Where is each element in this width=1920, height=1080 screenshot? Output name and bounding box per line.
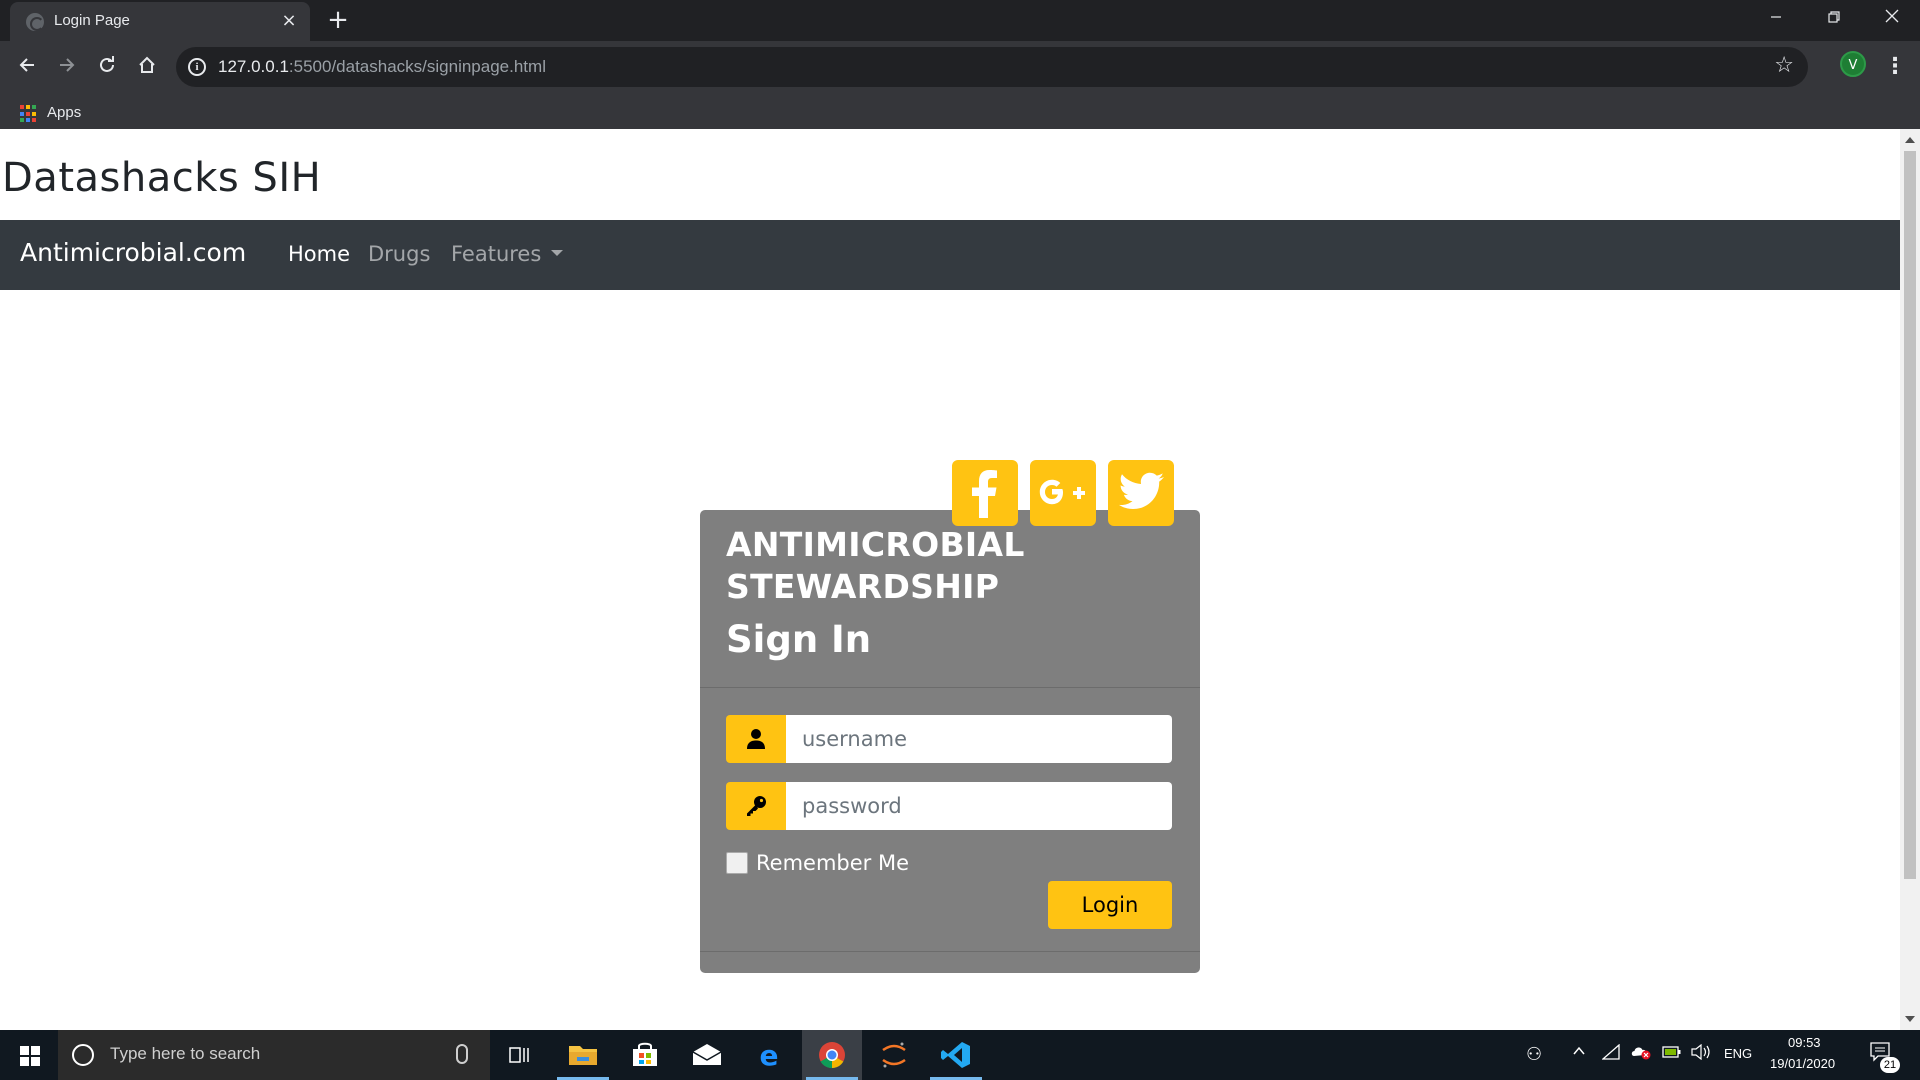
password-group (726, 782, 1172, 830)
scroll-down-icon[interactable] (1905, 1016, 1915, 1022)
star-icon[interactable]: ☆ (1774, 53, 1794, 78)
site-title: Datashacks SIH (2, 155, 322, 201)
login-card: ANTIMICROBIAL STEWARDSHIP Sign In userna… (700, 460, 1200, 973)
battery-icon[interactable] (1662, 1045, 1682, 1062)
twitter-icon[interactable] (1108, 460, 1174, 526)
apps-bookmark[interactable]: Apps (47, 104, 81, 121)
taskbar-search-placeholder: Type here to search (110, 1044, 261, 1063)
browser-toolbar: i 127.0.0.1:5500/datashacks/signinpage.h… (0, 41, 1920, 129)
store-icon[interactable] (615, 1030, 675, 1080)
tab-close-icon[interactable]: × (278, 10, 300, 32)
minimize-icon[interactable] (1748, 0, 1804, 36)
facebook-icon[interactable] (952, 460, 1018, 526)
nav-link-features[interactable]: Features (451, 242, 564, 266)
browser-tab[interactable]: Login Page × (10, 2, 310, 41)
cortana-icon (72, 1044, 94, 1066)
windows-taskbar: Type here to search e ⚇ ENG 09:53 19/01/… (0, 1030, 1920, 1080)
close-window-icon[interactable] (1864, 0, 1920, 36)
scroll-up-icon[interactable] (1905, 137, 1915, 143)
wifi-icon[interactable] (1601, 1043, 1620, 1063)
svg-text:e: e (760, 1039, 779, 1072)
username-input[interactable] (786, 715, 1172, 763)
back-icon[interactable] (11, 51, 43, 83)
new-tab-button[interactable]: + (324, 6, 352, 34)
restore-icon[interactable] (1806, 0, 1862, 36)
address-bar[interactable]: i 127.0.0.1:5500/datashacks/signinpage.h… (176, 47, 1808, 87)
browser-tab-bar: Login Page × + (0, 0, 1920, 41)
microphone-icon[interactable] (456, 1044, 468, 1064)
scroll-thumb[interactable] (1904, 151, 1916, 879)
globe-icon (26, 13, 44, 31)
page-scrollbar[interactable] (1900, 129, 1920, 1030)
navbar: Antimicrobial.com Home Drugs Features (0, 220, 1900, 290)
task-view-icon[interactable] (490, 1030, 550, 1080)
forward-icon[interactable] (51, 51, 83, 83)
notification-count: 21 (1880, 1057, 1900, 1073)
password-input[interactable] (786, 782, 1172, 830)
vscode-icon[interactable] (926, 1030, 986, 1080)
sign-in-heading: Sign In (726, 618, 872, 661)
nav-link-home[interactable]: Home (288, 242, 350, 266)
url-text[interactable]: 127.0.0.1:5500/datashacks/signinpage.htm… (218, 57, 546, 77)
clock-date[interactable]: 19/01/2020 (1770, 1056, 1835, 1071)
apps-grid-icon[interactable] (20, 105, 38, 123)
taskbar-search[interactable]: Type here to search (58, 1030, 490, 1080)
login-card-footer (700, 951, 1200, 952)
navbar-brand[interactable]: Antimicrobial.com (20, 238, 246, 267)
login-card-header: ANTIMICROBIAL STEWARDSHIP Sign In (700, 460, 1200, 688)
login-title: ANTIMICROBIAL STEWARDSHIP (726, 525, 1025, 606)
chrome-icon[interactable] (802, 1030, 862, 1080)
mail-icon[interactable] (677, 1030, 737, 1080)
people-icon[interactable]: ⚇ (1526, 1044, 1542, 1065)
home-icon[interactable] (131, 51, 163, 83)
windows-start-icon[interactable] (0, 1030, 58, 1080)
language-indicator[interactable]: ENG (1724, 1046, 1752, 1061)
tab-title: Login Page (54, 12, 130, 29)
nav-link-drugs[interactable]: Drugs (368, 242, 430, 266)
remember-me-label[interactable]: Remember Me (756, 851, 909, 875)
page-viewport: Datashacks SIH Antimicrobial.com Home Dr… (0, 129, 1900, 1030)
jupyter-icon[interactable] (864, 1030, 924, 1080)
edge-icon[interactable]: e (739, 1030, 799, 1080)
bookmarks-bar: Apps (0, 91, 1920, 129)
info-icon[interactable]: i (188, 58, 206, 76)
google-plus-icon[interactable] (1030, 460, 1096, 526)
user-icon (726, 715, 786, 763)
caret-down-icon (551, 250, 564, 256)
profile-avatar[interactable]: V (1840, 51, 1866, 77)
volume-icon[interactable] (1690, 1043, 1712, 1063)
login-button[interactable]: Login (1048, 881, 1172, 929)
file-explorer-icon[interactable] (553, 1030, 613, 1080)
onedrive-error-icon[interactable] (1630, 1044, 1652, 1063)
clock-time[interactable]: 09:53 (1788, 1035, 1821, 1050)
reload-icon[interactable] (91, 51, 123, 83)
username-group (726, 715, 1172, 763)
key-icon (726, 782, 786, 830)
menu-icon[interactable]: ⋮ (1884, 51, 1906, 83)
chevron-up-icon[interactable] (1572, 1044, 1586, 1061)
remember-me-checkbox[interactable] (726, 852, 748, 874)
